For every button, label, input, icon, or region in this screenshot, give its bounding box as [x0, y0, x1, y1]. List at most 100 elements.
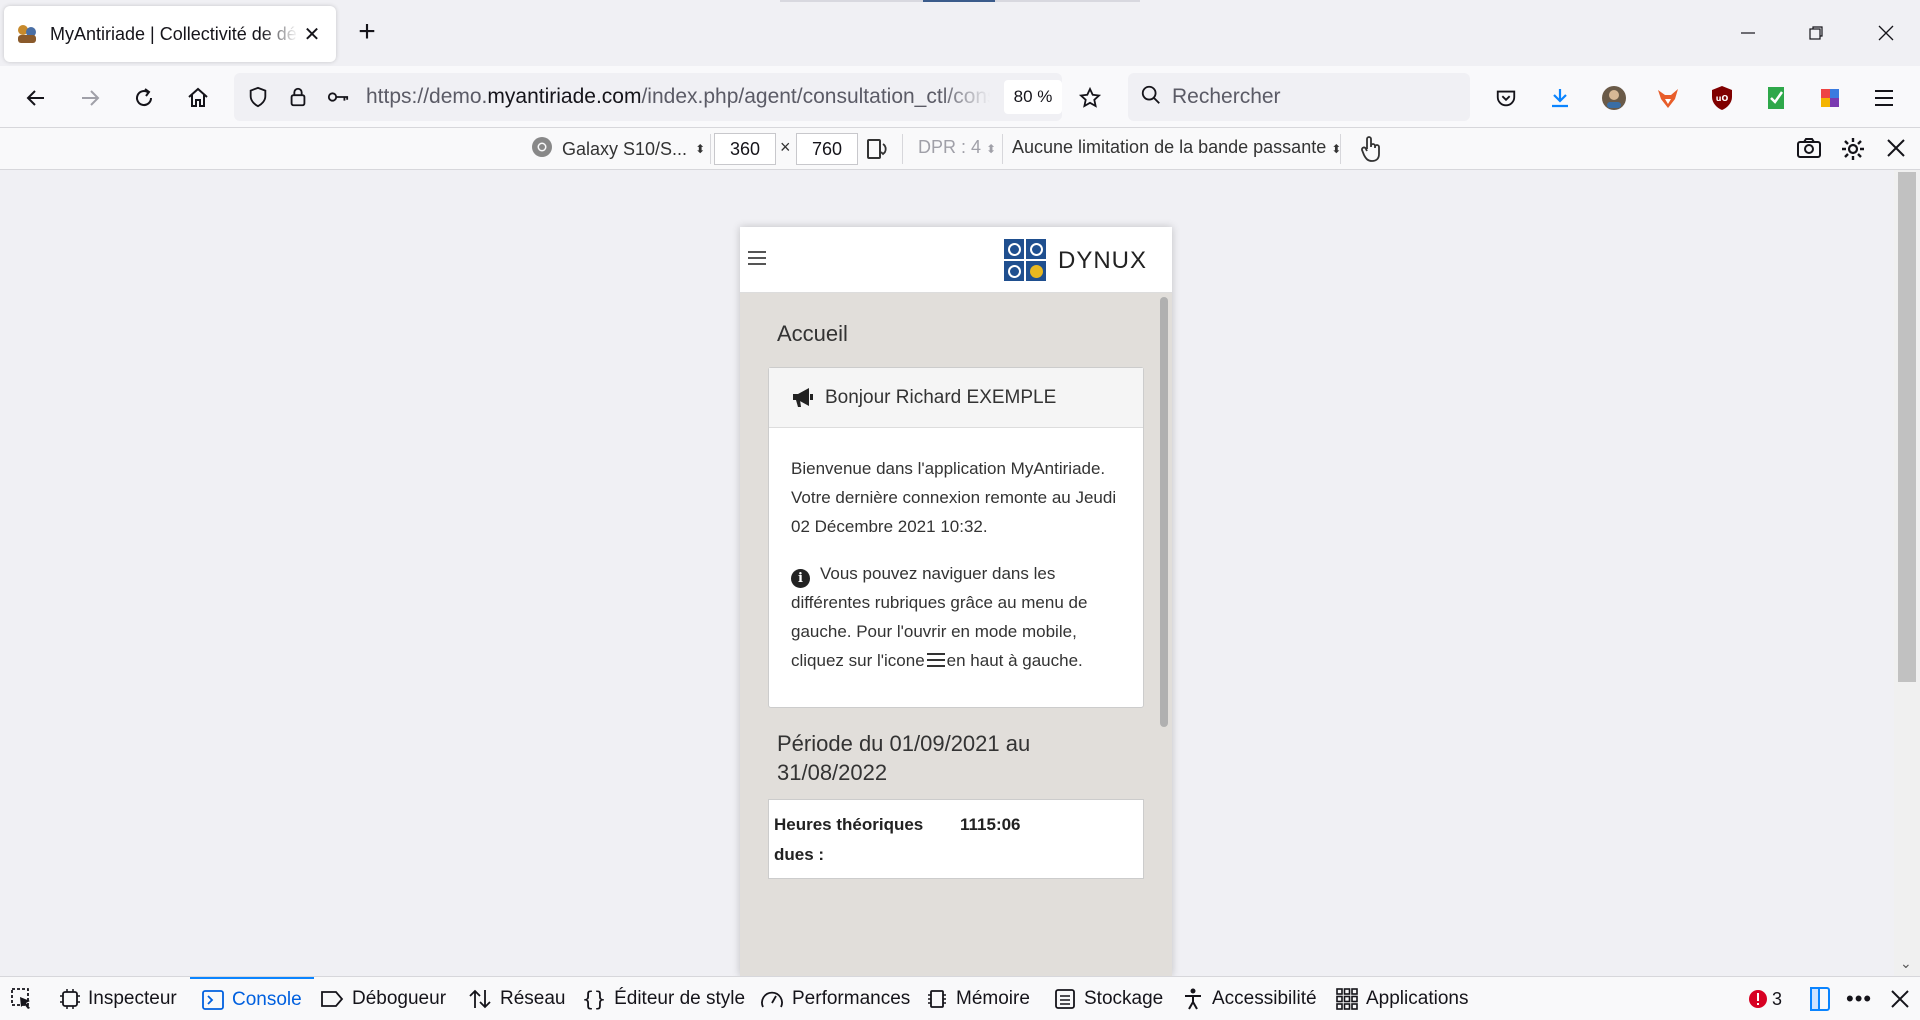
tab-console[interactable]: Console	[190, 977, 314, 1020]
minimize-icon[interactable]	[1718, 14, 1778, 52]
separator	[1340, 134, 1341, 164]
lock-icon[interactable]	[278, 77, 318, 117]
tab-performances-label: Performances	[792, 988, 911, 1009]
close-rdm-icon[interactable]	[1886, 138, 1906, 163]
performance-icon	[761, 991, 783, 1008]
bookmark-star-icon[interactable]	[1070, 78, 1110, 118]
hours-label: Heures théoriques dues :	[774, 815, 924, 864]
separator	[710, 134, 711, 164]
close-devtools-icon[interactable]	[1890, 985, 1910, 1013]
menu-icon-inline	[926, 653, 945, 667]
device-selector[interactable]: Galaxy S10/S... ⬍	[530, 134, 705, 164]
storage-icon	[1055, 989, 1075, 1009]
search-icon	[1140, 84, 1162, 111]
app-header: DYNUX	[740, 227, 1172, 293]
welcome-text: Bienvenue dans l'application MyAntiriade…	[791, 459, 1117, 536]
scrollbar-thumb[interactable]	[1898, 172, 1916, 682]
account-avatar-icon[interactable]	[1594, 78, 1634, 118]
tab-performances[interactable]: Performances	[760, 977, 910, 1020]
period-title: Période du 01/09/2021 au 31/08/2022	[777, 731, 1031, 785]
element-picker-icon[interactable]	[10, 977, 34, 1020]
settings-gear-icon[interactable]	[1840, 136, 1866, 167]
chrome-icon	[530, 135, 554, 164]
hours-value: 1115:06	[960, 815, 1021, 834]
address-bar[interactable]: https://demo.myantiriade.com/index.php/a…	[234, 73, 1062, 121]
shield-icon[interactable]	[238, 77, 278, 117]
tab-bar: MyAntiriade | Collectivité de démonstrat…	[0, 0, 1920, 66]
window-close-icon[interactable]	[1856, 14, 1916, 52]
site-favicon-icon	[14, 21, 40, 47]
tab-accessibilite[interactable]: Accessibilité	[1182, 977, 1317, 1020]
tab-debogueur-label: Débogueur	[352, 988, 447, 1009]
page-title: Accueil	[777, 321, 848, 346]
console-icon	[202, 990, 224, 1010]
downloads-icon[interactable]	[1540, 78, 1580, 118]
svg-text:uO: uO	[1716, 94, 1729, 103]
pocket-icon[interactable]	[1486, 78, 1526, 118]
tab-title: MyAntiriade | Collectivité de démonstrat…	[50, 23, 298, 44]
touch-simulation-icon[interactable]	[1358, 135, 1384, 168]
dynux-logo-icon	[1004, 239, 1046, 281]
key-icon[interactable]	[318, 77, 358, 117]
throttling-selector[interactable]: Aucune limitation de la bande passante ⬍	[1012, 137, 1341, 158]
welcome-card-title: Bonjour Richard EXEMPLE	[825, 386, 1057, 408]
network-icon	[469, 989, 491, 1009]
viewport-width-input[interactable]: 360	[714, 133, 776, 165]
info-text-2: en haut à gauche.	[946, 651, 1083, 670]
ublock-icon[interactable]: uO	[1702, 78, 1742, 118]
zoom-level-badge[interactable]: 80 %	[1004, 80, 1062, 114]
screenshot-camera-icon[interactable]	[1796, 136, 1822, 165]
tab-strip-indicator	[780, 0, 1140, 2]
dock-side-icon[interactable]	[1808, 985, 1832, 1013]
dpr-selector[interactable]: DPR : 4 ⬍	[918, 137, 996, 158]
tab-stockage[interactable]: Stockage	[1054, 977, 1163, 1020]
debugger-icon	[321, 991, 344, 1007]
fox-extension-icon[interactable]	[1648, 78, 1688, 118]
error-count-badge[interactable]: 3	[1748, 985, 1782, 1013]
restore-icon[interactable]	[1786, 14, 1846, 52]
color-extension-icon[interactable]	[1810, 78, 1850, 118]
tab-debogueur[interactable]: Débogueur	[320, 977, 446, 1020]
browser-tab-active[interactable]: MyAntiriade | Collectivité de démonstrat…	[4, 6, 336, 62]
page-scrollbar[interactable]: ⌄	[1894, 170, 1920, 976]
checkmark-extension-icon[interactable]	[1756, 78, 1796, 118]
viewport-scrollbar[interactable]	[1160, 297, 1168, 727]
search-placeholder: Rechercher	[1172, 85, 1281, 108]
accessibility-icon	[1185, 988, 1201, 1010]
tab-reseau[interactable]: Réseau	[468, 977, 566, 1020]
separator	[902, 134, 903, 164]
tab-reseau-label: Réseau	[500, 988, 566, 1009]
more-options-icon[interactable]: •••	[1846, 985, 1872, 1013]
info-icon: i	[791, 569, 810, 588]
search-bar[interactable]: Rechercher	[1128, 73, 1470, 121]
tab-applications-label: Applications	[1366, 988, 1469, 1009]
tab-memoire[interactable]: Mémoire	[926, 977, 1030, 1020]
browser-content-area: DYNUX Accueil Bonjour Richard EXEMPLE Bi…	[0, 170, 1920, 976]
home-icon[interactable]	[178, 78, 218, 118]
style-editor-icon: {}	[582, 987, 607, 1011]
inspector-icon	[60, 989, 80, 1009]
hours-table: Heures théoriques dues : 1115:06	[768, 799, 1144, 879]
mobile-menu-icon[interactable]	[748, 251, 766, 267]
tab-close-icon[interactable]: ✕	[298, 20, 326, 48]
tab-applications[interactable]: Applications	[1336, 977, 1468, 1020]
new-tab-icon[interactable]: +	[352, 17, 382, 48]
url-domain: myantiriade.com	[487, 85, 642, 108]
tab-stockage-label: Stockage	[1084, 988, 1164, 1009]
viewport-height-input[interactable]: 760	[796, 133, 858, 165]
tab-editeur-style[interactable]: {} Éditeur de style	[582, 977, 745, 1020]
hamburger-menu-icon[interactable]	[1864, 78, 1904, 118]
url-text[interactable]: https://demo.myantiriade.com/index.php/a…	[366, 85, 990, 109]
rotate-viewport-icon[interactable]	[864, 136, 890, 167]
reload-icon[interactable]	[124, 78, 164, 118]
scroll-down-icon[interactable]: ⌄	[1900, 955, 1912, 972]
device-name: Galaxy S10/S...	[562, 138, 688, 159]
back-arrow-icon[interactable]	[16, 78, 56, 118]
navigation-toolbar: https://demo.myantiriade.com/index.php/a…	[0, 66, 1920, 128]
brand-name: DYNUX	[1058, 247, 1148, 274]
forward-arrow-icon[interactable]	[70, 78, 110, 118]
welcome-card: Bonjour Richard EXEMPLE Bienvenue dans l…	[768, 367, 1144, 708]
tab-inspecteur[interactable]: Inspecteur	[60, 977, 177, 1020]
tab-inspecteur-label: Inspecteur	[88, 988, 177, 1009]
url-path: /index.php/agent/consultation_ctl/consul…	[641, 85, 990, 108]
